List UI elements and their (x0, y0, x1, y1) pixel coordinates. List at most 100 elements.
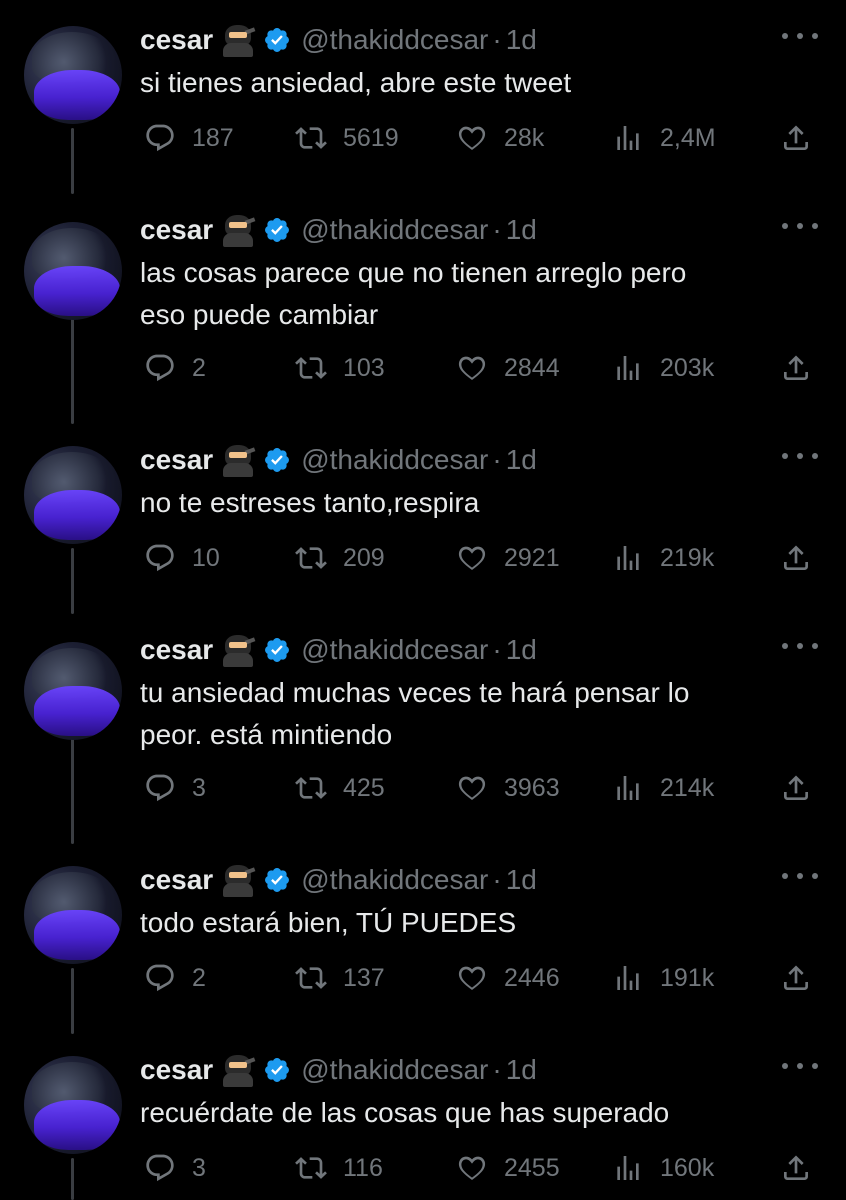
view-count: 219k (660, 543, 715, 572)
tweet-text: las cosas parece que no tienen arreglo p… (140, 252, 820, 336)
like-icon (458, 776, 486, 800)
like-button[interactable]: 2844 (456, 348, 560, 388)
tweet-header: cesar @thakiddcesar · 1d (140, 860, 537, 900)
tweet-text-line: peor. está mintiendo (140, 719, 393, 750)
reply-count: 10 (192, 543, 220, 572)
views-button[interactable]: 2,4M (612, 118, 716, 158)
retweet-button[interactable]: 209 (295, 538, 385, 578)
author-handle[interactable]: @thakiddcesar (301, 24, 488, 56)
reply-button[interactable]: 3 (144, 768, 206, 808)
views-button[interactable]: 191k (612, 958, 714, 998)
author-name[interactable]: cesar (140, 214, 213, 246)
like-button[interactable]: 2921 (456, 538, 560, 578)
thread-line (71, 1158, 74, 1200)
verified-badge-icon (265, 868, 290, 892)
more-options-icon[interactable] (782, 220, 818, 232)
views-icon (617, 356, 639, 380)
like-button[interactable]: 3963 (456, 768, 560, 808)
reply-button[interactable]: 10 (144, 538, 220, 578)
retweet-count: 209 (343, 543, 385, 572)
share-button[interactable] (780, 768, 812, 808)
views-button[interactable]: 160k (612, 1148, 714, 1188)
more-options-icon[interactable] (782, 450, 818, 462)
ninja-icon (221, 633, 256, 667)
author-name[interactable]: cesar (140, 444, 213, 476)
reply-icon (146, 544, 174, 572)
like-button[interactable]: 28k (456, 118, 544, 158)
timestamp[interactable]: 1d (506, 864, 537, 896)
views-icon (617, 966, 639, 990)
views-button[interactable]: 214k (612, 768, 714, 808)
author-name[interactable]: cesar (140, 1054, 213, 1086)
like-icon (458, 546, 486, 570)
more-options-icon[interactable] (782, 30, 818, 42)
reply-count: 2 (192, 353, 206, 382)
author-name[interactable]: cesar (140, 634, 213, 666)
author-handle[interactable]: @thakiddcesar (301, 1054, 488, 1086)
separator: · (492, 634, 502, 665)
retweet-count: 116 (343, 1153, 383, 1182)
share-button[interactable] (780, 958, 812, 998)
reply-icon (146, 354, 174, 382)
reply-button[interactable]: 2 (144, 958, 206, 998)
retweet-count: 103 (343, 353, 385, 382)
retweet-button[interactable]: 5619 (295, 118, 399, 158)
more-options-icon[interactable] (782, 870, 818, 882)
tweet-header: cesar @thakiddcesar · 1d (140, 630, 537, 670)
retweet-button[interactable]: 137 (295, 958, 385, 998)
author-handle[interactable]: @thakiddcesar (301, 634, 488, 666)
retweet-count: 5619 (343, 123, 399, 152)
avatar[interactable] (24, 866, 122, 964)
share-button[interactable] (780, 348, 812, 388)
reply-button[interactable]: 187 (144, 118, 234, 158)
tweet-header: cesar @thakiddcesar · 1d (140, 1050, 537, 1090)
author-handle[interactable]: @thakiddcesar (301, 214, 488, 246)
author-handle[interactable]: @thakiddcesar (301, 444, 488, 476)
view-count: 191k (660, 963, 715, 992)
share-button[interactable] (780, 118, 812, 158)
thread-line (71, 318, 74, 424)
views-button[interactable]: 203k (612, 348, 714, 388)
timestamp[interactable]: 1d (506, 634, 537, 666)
retweet-icon (295, 547, 327, 569)
avatar[interactable] (24, 446, 122, 544)
retweet-button[interactable]: 425 (295, 768, 385, 808)
views-button[interactable]: 219k (612, 538, 714, 578)
more-options-icon[interactable] (782, 640, 818, 652)
share-icon (784, 775, 808, 800)
thread-line (71, 968, 74, 1034)
avatar[interactable] (24, 1056, 122, 1154)
retweet-icon (295, 357, 327, 379)
tweet-text-line: las cosas parece que no tienen arreglo p… (140, 257, 687, 288)
retweet-button[interactable]: 103 (295, 348, 385, 388)
avatar[interactable] (24, 26, 122, 124)
ninja-icon (221, 1053, 256, 1087)
tweet-actions: 3 425 3963 214k (140, 768, 830, 808)
like-button[interactable]: 2455 (456, 1148, 560, 1188)
like-icon (458, 1156, 486, 1180)
timestamp[interactable]: 1d (506, 444, 537, 476)
tweet-text-line: recuérdate de las cosas que has superado (140, 1097, 670, 1128)
avatar[interactable] (24, 222, 122, 320)
timestamp[interactable]: 1d (506, 24, 537, 56)
author-name[interactable]: cesar (140, 24, 213, 56)
reply-icon (146, 124, 174, 152)
reply-icon (146, 1154, 174, 1182)
share-button[interactable] (780, 538, 812, 578)
timestamp[interactable]: 1d (506, 1054, 537, 1086)
reply-button[interactable]: 3 (144, 1148, 206, 1188)
timestamp[interactable]: 1d (506, 214, 537, 246)
views-icon (617, 546, 639, 570)
more-options-icon[interactable] (782, 1060, 818, 1072)
retweet-button[interactable]: 116 (295, 1148, 383, 1188)
reply-count: 3 (192, 1153, 206, 1182)
reply-button[interactable]: 2 (144, 348, 206, 388)
author-handle[interactable]: @thakiddcesar (301, 864, 488, 896)
avatar[interactable] (24, 642, 122, 740)
like-button[interactable]: 2446 (456, 958, 560, 998)
retweet-icon (295, 127, 327, 149)
share-button[interactable] (780, 1148, 812, 1188)
separator: · (492, 1054, 502, 1085)
thread-line (71, 738, 74, 844)
author-name[interactable]: cesar (140, 864, 213, 896)
